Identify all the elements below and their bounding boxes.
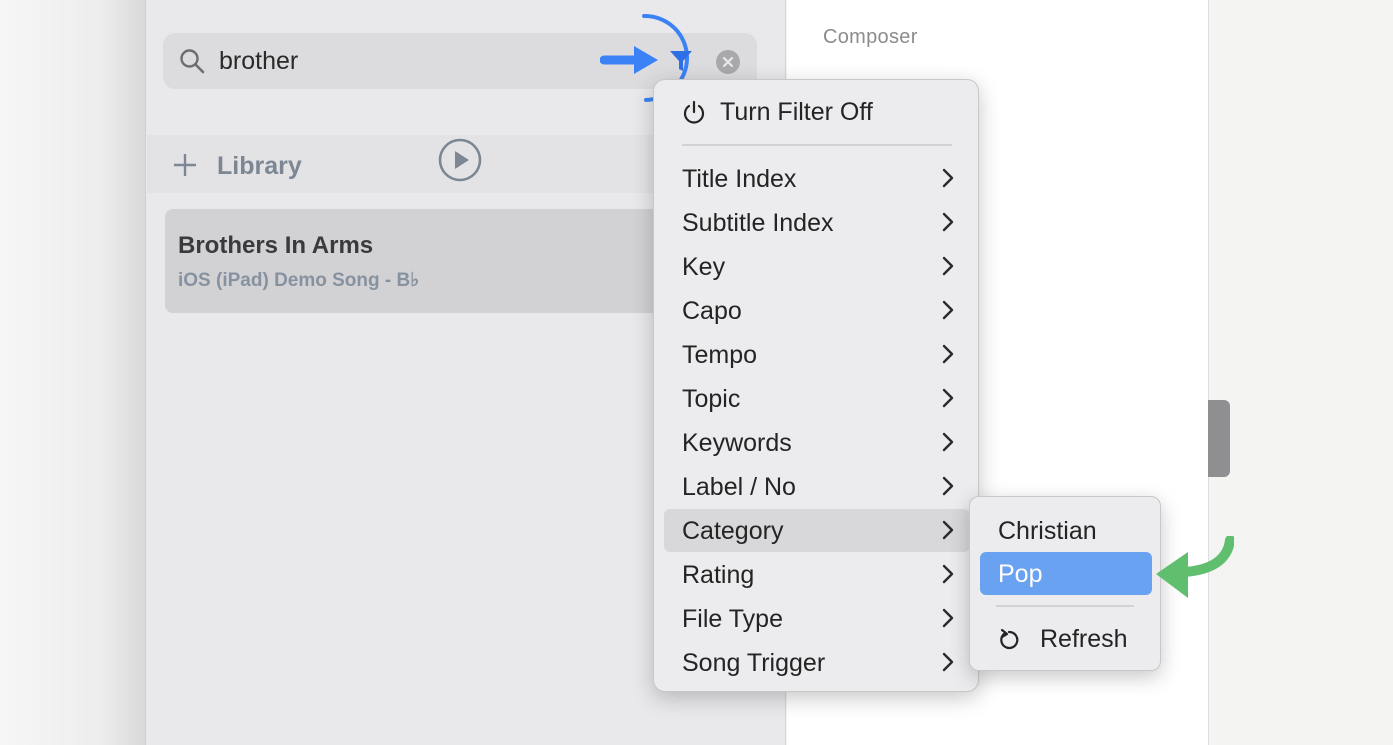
chevron-right-icon bbox=[942, 168, 954, 188]
menu-item-label: Label / No bbox=[682, 473, 796, 501]
chevron-right-icon bbox=[942, 608, 954, 628]
refresh-icon bbox=[1000, 628, 1019, 650]
menu-divider bbox=[682, 144, 952, 146]
funnel-icon[interactable] bbox=[668, 48, 694, 74]
turn-filter-off-label: Turn Filter Off bbox=[720, 98, 873, 126]
chevron-right-icon bbox=[942, 564, 954, 584]
submenu-item-christian[interactable]: Christian bbox=[980, 509, 1152, 552]
paper-background bbox=[1208, 0, 1393, 745]
composer-label: Composer bbox=[823, 26, 918, 48]
chevron-right-icon bbox=[942, 344, 954, 364]
song-list-item[interactable]: Brothers In Arms iOS (iPad) Demo Song - … bbox=[165, 209, 665, 313]
play-icon[interactable] bbox=[438, 138, 482, 182]
menu-item-song-trigger[interactable]: Song Trigger bbox=[664, 641, 970, 684]
chevron-right-icon bbox=[942, 300, 954, 320]
menu-item-label: Category bbox=[682, 517, 784, 545]
chevron-right-icon bbox=[942, 476, 954, 496]
plus-icon[interactable] bbox=[172, 152, 198, 178]
song-title: Brothers In Arms bbox=[178, 232, 374, 259]
menu-item-tempo[interactable]: Tempo bbox=[664, 333, 970, 376]
menu-item-category[interactable]: Category bbox=[664, 509, 970, 552]
menu-item-label: Keywords bbox=[682, 429, 792, 457]
chevron-right-icon bbox=[942, 432, 954, 452]
menu-item-key[interactable]: Key bbox=[664, 245, 970, 288]
menu-item-keywords[interactable]: Keywords bbox=[664, 421, 970, 464]
search-input[interactable] bbox=[219, 45, 599, 77]
menu-item-file-type[interactable]: File Type bbox=[664, 597, 970, 640]
menu-item-label: Title Index bbox=[682, 165, 797, 193]
annotation-arrow-green bbox=[1156, 536, 1234, 598]
menu-item-rating[interactable]: Rating bbox=[664, 553, 970, 596]
submenu-item-label: Pop bbox=[998, 560, 1043, 588]
chevron-right-icon bbox=[942, 652, 954, 672]
menu-item-title-index[interactable]: Title Index bbox=[664, 157, 970, 200]
refresh-label: Refresh bbox=[1040, 625, 1128, 653]
menu-item-capo[interactable]: Capo bbox=[664, 289, 970, 332]
chevron-right-icon bbox=[942, 388, 954, 408]
menu-item-label-no[interactable]: Label / No bbox=[664, 465, 970, 508]
menu-item-label: Key bbox=[682, 253, 726, 281]
menu-item-label: Song Trigger bbox=[682, 649, 826, 677]
menu-item-label: Topic bbox=[682, 385, 741, 413]
chevron-right-icon bbox=[942, 212, 954, 232]
turn-filter-off-item[interactable]: Turn Filter Off bbox=[654, 94, 980, 134]
menu-item-label: Subtitle Index bbox=[682, 209, 834, 237]
clear-icon[interactable] bbox=[716, 50, 740, 74]
menu-item-subtitle-index[interactable]: Subtitle Index bbox=[664, 201, 970, 244]
background-left bbox=[0, 0, 145, 745]
menu-item-label: Tempo bbox=[682, 341, 758, 369]
submenu-divider bbox=[996, 605, 1134, 607]
search-icon bbox=[179, 48, 205, 79]
refresh-item[interactable]: Refresh bbox=[970, 621, 1162, 661]
submenu-item-label: Christian bbox=[998, 517, 1097, 545]
menu-item-label: File Type bbox=[682, 605, 783, 633]
filter-menu: Turn Filter Off Title Index Subtitle Ind… bbox=[653, 79, 979, 692]
menu-item-label: Rating bbox=[682, 561, 755, 589]
scroll-handle[interactable] bbox=[1208, 400, 1230, 477]
category-submenu: Christian Pop Refresh bbox=[969, 496, 1161, 671]
menu-item-topic[interactable]: Topic bbox=[664, 377, 970, 420]
song-subtitle: iOS (iPad) Demo Song - B♭ bbox=[178, 270, 420, 291]
library-label[interactable]: Library bbox=[217, 152, 302, 181]
submenu-item-pop[interactable]: Pop bbox=[980, 552, 1152, 595]
power-icon bbox=[683, 100, 705, 124]
chevron-right-icon bbox=[942, 256, 954, 276]
chevron-right-icon bbox=[942, 520, 954, 540]
menu-item-label: Capo bbox=[682, 297, 742, 325]
